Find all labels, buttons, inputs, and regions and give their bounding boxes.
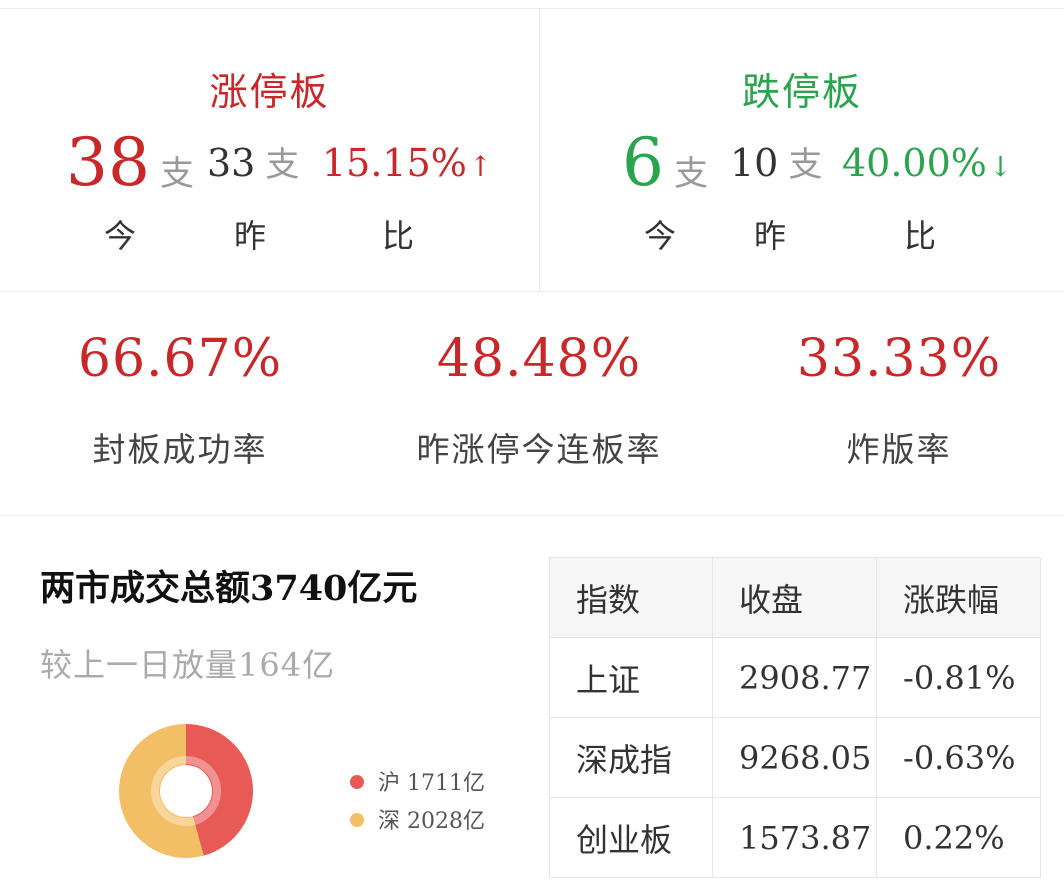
rate-value: 33.33% <box>796 329 1002 389</box>
legend-value: 2028亿 <box>407 809 486 834</box>
limit-summary: 涨停板 38 支 33 支 15.15%↑ 今 昨 比 跌停板 6支 10 支 40.… <box>0 8 1064 292</box>
legend-name: 沪 <box>378 771 401 796</box>
rate-label: 昨涨停今连板率 <box>416 430 662 469</box>
turnover-subtitle: 较上一日放量164亿 <box>40 646 336 684</box>
limit-up-yesterday-count: 33 <box>207 141 256 185</box>
donut-inner-ring <box>151 756 221 826</box>
label-today: 今 <box>104 217 137 255</box>
index-change: -0.81% <box>876 637 1041 718</box>
limit-up-title: 涨停板 <box>209 70 330 114</box>
index-name: 上证 <box>549 637 713 718</box>
limit-down-today: 6支 <box>622 125 708 212</box>
label-yesterday: 昨 <box>234 217 267 255</box>
unit-label: 支 <box>265 145 300 185</box>
table-row: 深成指 9268.05 -0.63% <box>549 717 1041 798</box>
index-close: 2908.77 <box>712 637 877 718</box>
limit-up-today: 38 支 <box>66 125 194 212</box>
turnover-title: 两市成交总额3740亿元 <box>40 568 418 609</box>
legend-dot-icon <box>350 813 364 827</box>
rate-value: 66.67% <box>77 329 283 389</box>
limit-down-yesterday-count: 10 <box>730 141 779 185</box>
legend-item-sz: 深 2028亿 <box>350 803 485 841</box>
limit-down-title: 跌停板 <box>741 70 862 114</box>
unit-label: 支 <box>159 154 194 194</box>
legend-value: 1711亿 <box>407 771 486 796</box>
table-row: 创业板 1573.87 0.22% <box>549 797 1041 878</box>
index-name: 深成指 <box>549 717 713 798</box>
limit-down-panel: 跌停板 6支 10 支 40.00%↓ 今 昨 比 <box>540 9 1064 291</box>
index-table: 指数 收盘 涨跌幅 上证 2908.77 -0.81% 深成指 9268.05 … <box>549 557 1041 878</box>
index-close: 1573.87 <box>712 797 877 878</box>
label-yesterday: 昨 <box>754 217 787 255</box>
limit-down-today-count: 6 <box>622 124 664 201</box>
index-change: -0.63% <box>876 717 1041 798</box>
turnover-donut-chart <box>118 724 253 858</box>
limit-up-panel: 涨停板 38 支 33 支 15.15%↑ 今 昨 比 <box>0 9 539 291</box>
rate-label: 封板成功率 <box>92 430 268 469</box>
header-close: 收盘 <box>712 557 877 638</box>
legend-item-sh: 沪 1711亿 <box>350 765 485 803</box>
rate-stats: 66.67% 封板成功率 48.48% 昨涨停今连板率 33.33% 炸版率 <box>0 291 1064 516</box>
table-header-row: 指数 收盘 涨跌幅 <box>549 557 1041 638</box>
table-row: 上证 2908.77 -0.81% <box>549 637 1041 718</box>
label-ratio: 比 <box>382 217 415 255</box>
label-today: 今 <box>644 217 677 255</box>
rate-label: 炸版率 <box>846 430 952 469</box>
label-ratio: 比 <box>904 217 937 255</box>
limit-up-change: 15.15%↑ <box>322 125 492 201</box>
unit-label: 支 <box>788 145 823 185</box>
limit-down-change-pct: 40.00% <box>842 141 987 185</box>
limit-up-today-count: 38 <box>66 124 150 201</box>
limit-up-change-pct: 15.15% <box>322 141 467 185</box>
rate-value: 48.48% <box>436 329 642 389</box>
donut-legend: 沪 1711亿 深 2028亿 <box>350 765 485 841</box>
limit-up-yesterday: 33 支 <box>207 125 299 203</box>
index-name: 创业板 <box>549 797 713 878</box>
index-change: 0.22% <box>876 797 1041 878</box>
index-close: 9268.05 <box>712 717 877 798</box>
limit-down-yesterday: 10 支 <box>730 125 822 203</box>
header-index: 指数 <box>549 557 713 638</box>
unit-label: 支 <box>674 154 708 194</box>
arrow-up-icon: ↑ <box>468 150 493 183</box>
legend-dot-icon <box>350 775 364 789</box>
limit-down-change: 40.00%↓ <box>842 125 1012 201</box>
arrow-down-icon: ↓ <box>988 150 1013 183</box>
header-change: 涨跌幅 <box>876 557 1041 638</box>
legend-name: 深 <box>378 809 401 834</box>
